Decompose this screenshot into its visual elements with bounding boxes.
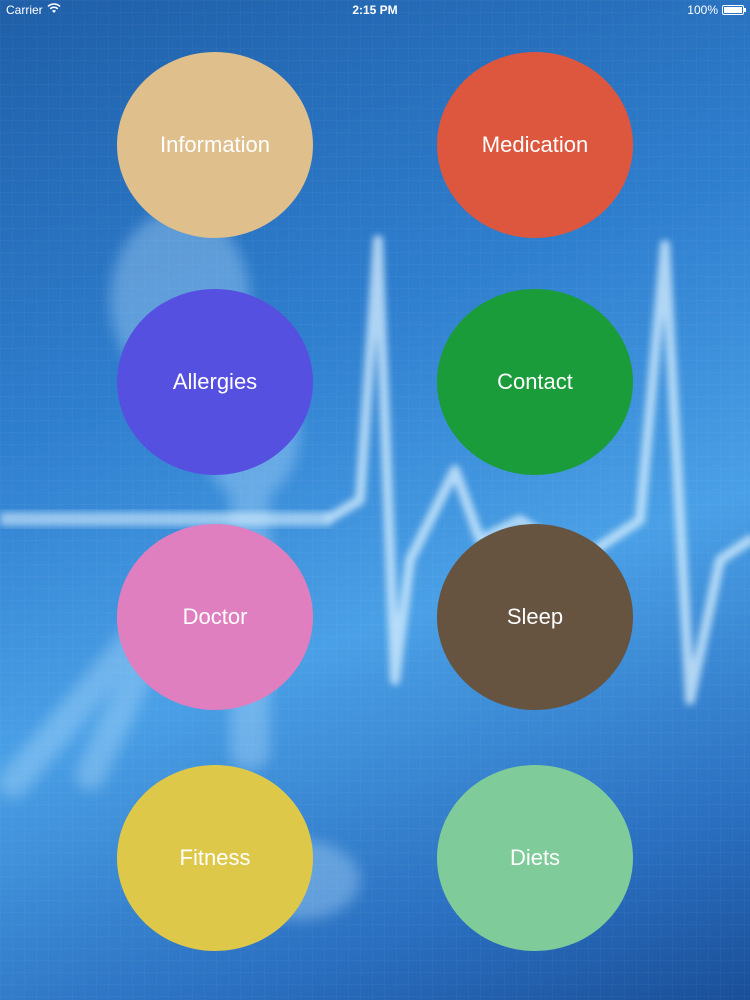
status-right: 100%	[687, 3, 746, 17]
battery-tip	[744, 8, 746, 12]
doctor-button[interactable]: Doctor	[117, 524, 313, 710]
medication-label: Medication	[481, 132, 589, 157]
battery-icon	[722, 5, 746, 15]
allergies-button[interactable]: Allergies	[117, 289, 313, 475]
contact-button[interactable]: Contact	[437, 289, 633, 475]
battery-fill	[724, 7, 742, 13]
diets-button[interactable]: Diets	[437, 765, 633, 951]
battery-percent: 100%	[687, 3, 718, 17]
allergies-label: Allergies	[172, 369, 258, 394]
doctor-label: Doctor	[182, 604, 248, 629]
fitness-label: Fitness	[179, 845, 251, 870]
heartbeat-background-image	[0, 0, 750, 1000]
sleep-label: Sleep	[506, 604, 564, 629]
diets-label: Diets	[509, 845, 561, 870]
contact-label: Contact	[497, 369, 573, 394]
status-bar: Carrier 2:15 PM 100%	[0, 0, 750, 20]
sleep-button[interactable]: Sleep	[437, 524, 633, 710]
medication-button[interactable]: Medication	[437, 52, 633, 238]
information-label: Information	[159, 132, 271, 157]
status-time: 2:15 PM	[352, 3, 398, 17]
fitness-button[interactable]: Fitness	[117, 765, 313, 951]
information-button[interactable]: Information	[117, 52, 313, 238]
